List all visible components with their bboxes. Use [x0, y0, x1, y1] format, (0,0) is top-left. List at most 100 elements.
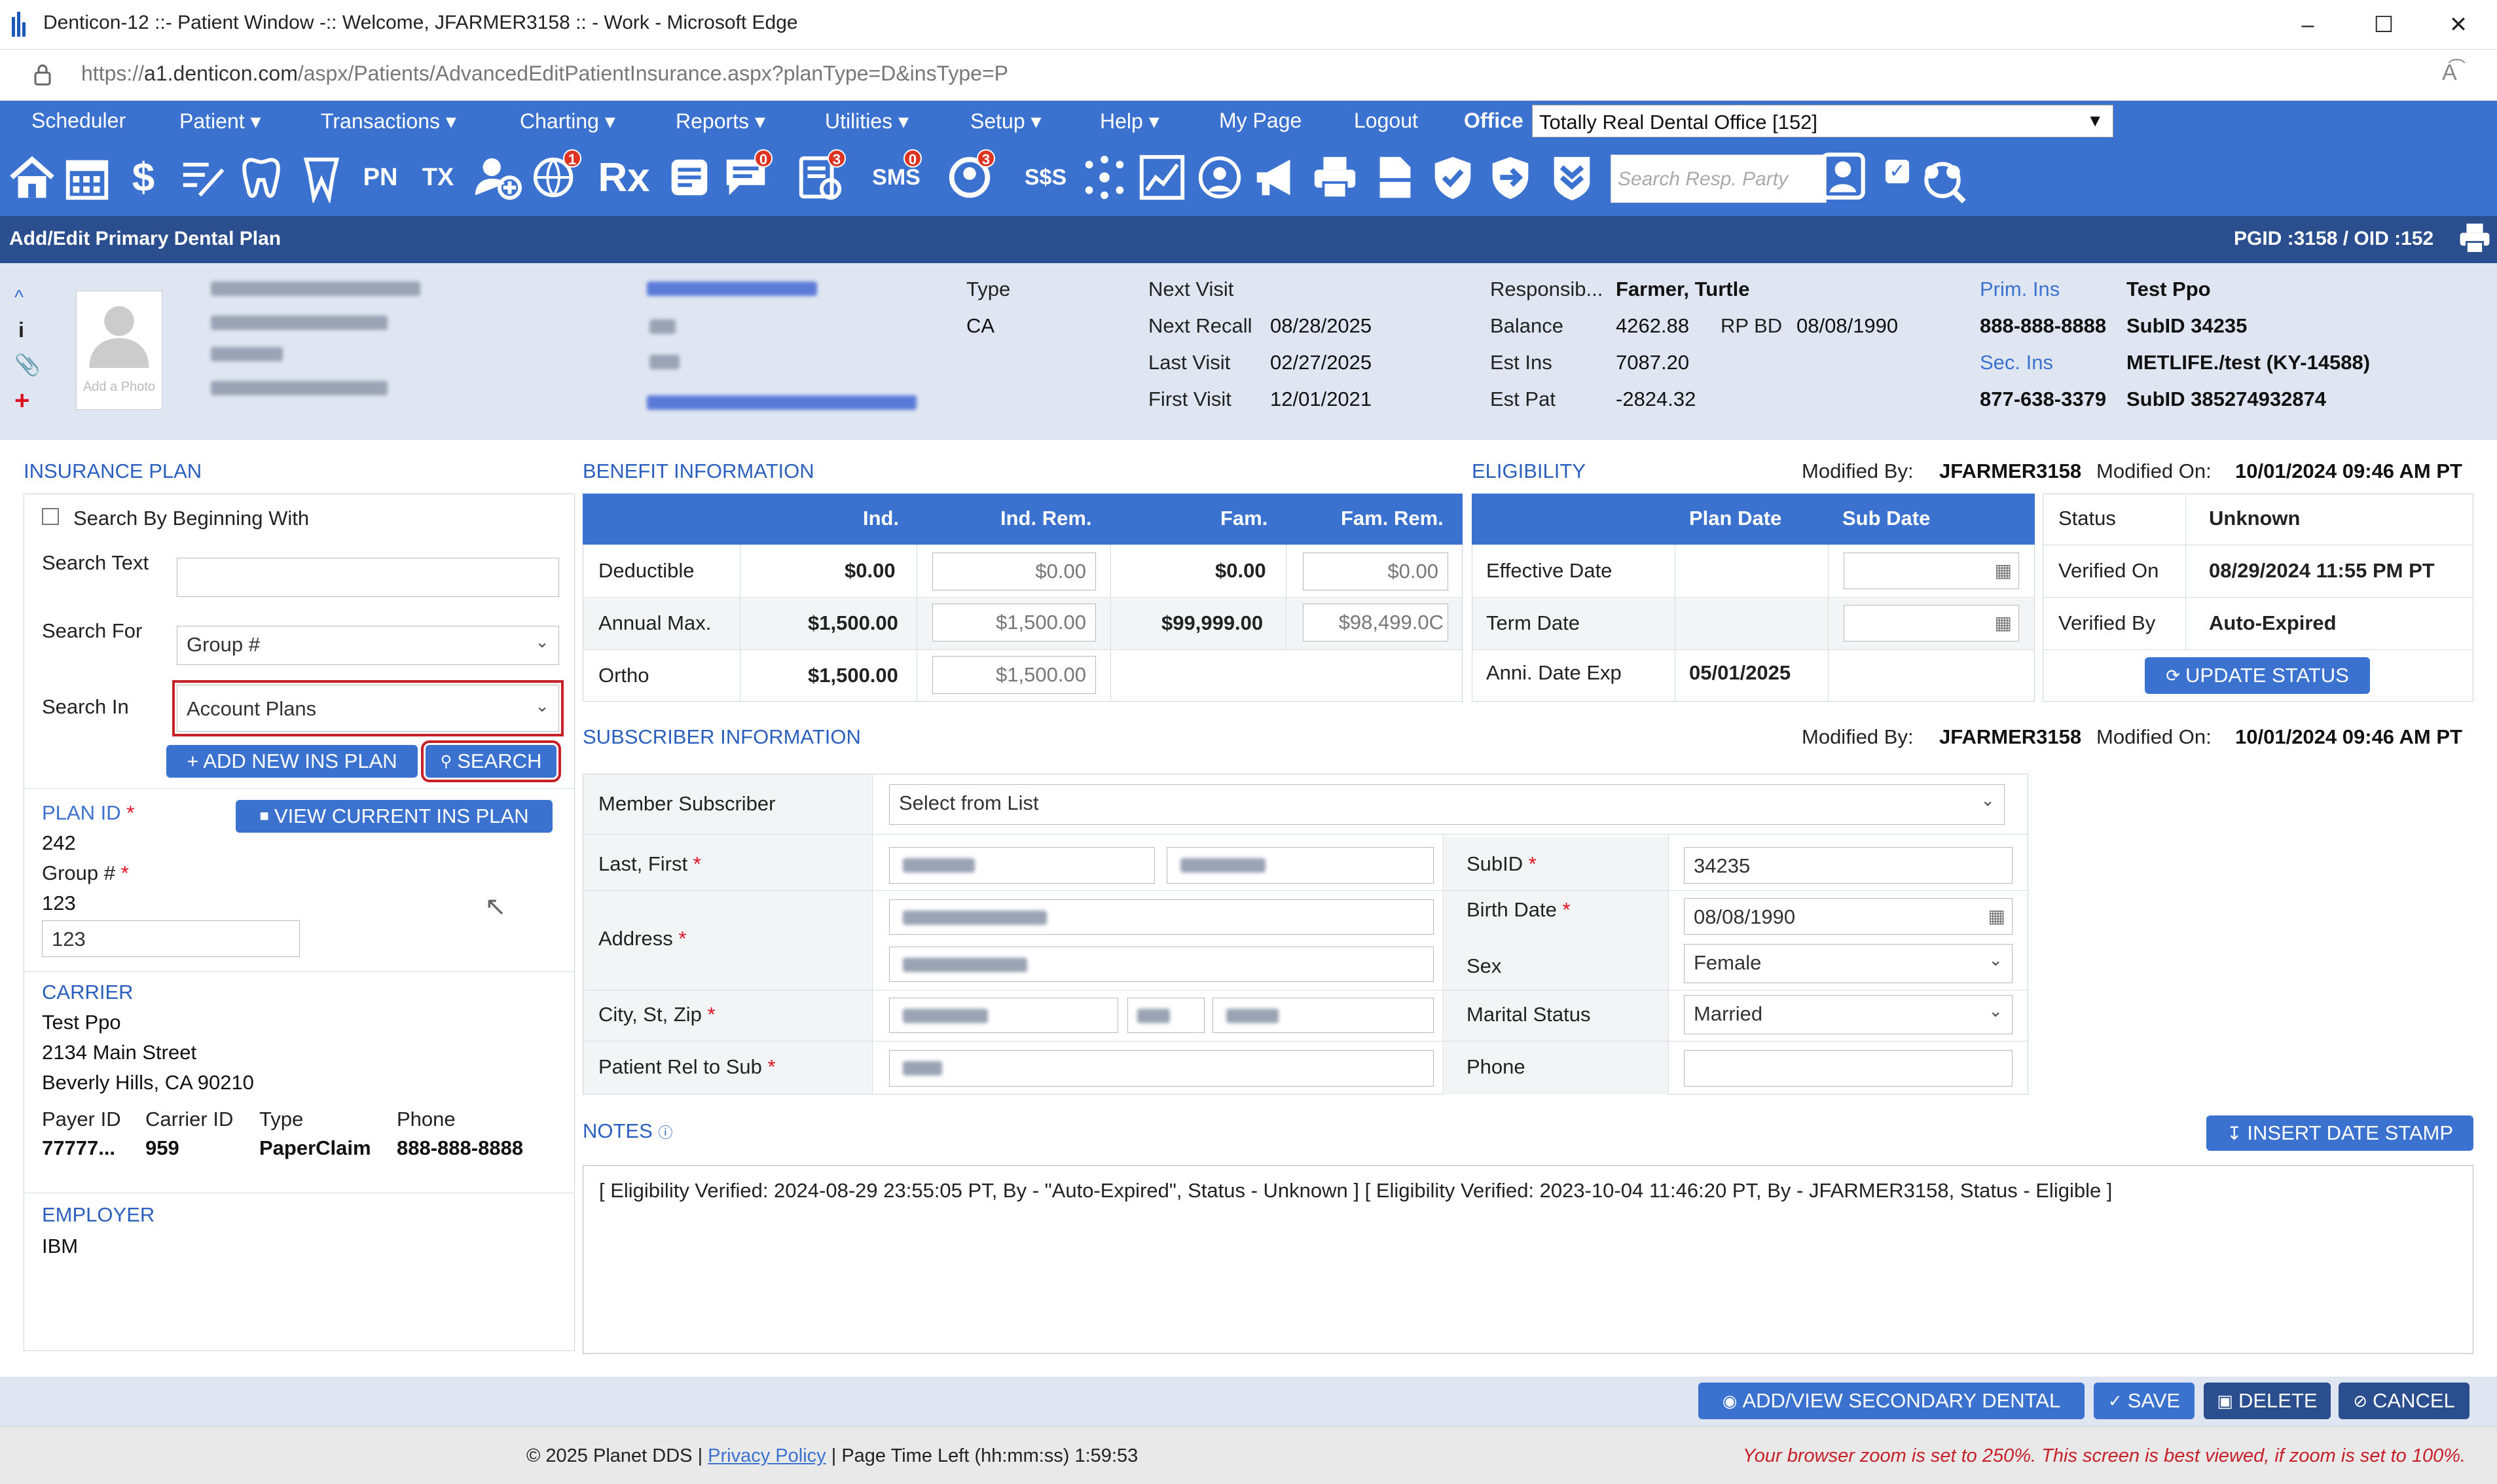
- dollar-icon[interactable]: $: [117, 151, 170, 204]
- calendar-icon[interactable]: [60, 151, 114, 204]
- close-icon[interactable]: ✕: [2435, 7, 2481, 43]
- subid-input[interactable]: 34235: [1684, 847, 2013, 884]
- group-input[interactable]: 123: [42, 920, 300, 957]
- menu-patient[interactable]: Patient ▾: [179, 109, 261, 134]
- notes-textarea[interactable]: [ Eligibility Verified: 2024-08-29 23:55…: [583, 1165, 2473, 1354]
- address-bar[interactable]: https://a1.denticon.com/aspx/Patients/Ad…: [0, 50, 2497, 101]
- menu-setup[interactable]: Setup ▾: [970, 109, 1042, 134]
- add-view-secondary-dental-button[interactable]: ◉ ADD/VIEW SECONDARY DENTAL: [1698, 1383, 2085, 1419]
- checkbox-icon[interactable]: ✓: [1886, 160, 1909, 183]
- term-sub-date-input[interactable]: ▦: [1844, 605, 2019, 642]
- calendar-icon[interactable]: ▦: [1995, 560, 2012, 581]
- menu-transactions[interactable]: Transactions ▾: [321, 109, 456, 134]
- mouse-cursor: ↖: [484, 892, 507, 921]
- clipboard-icon[interactable]: [663, 151, 716, 204]
- read-aloud-icon[interactable]: A͡: [2442, 60, 2457, 86]
- medical-alert-icon[interactable]: +: [14, 386, 29, 416]
- last-name-input[interactable]: [889, 847, 1155, 884]
- insert-date-stamp-button[interactable]: ↧ INSERT DATE STAMP: [2206, 1115, 2473, 1151]
- annual-max-fam-rem-input[interactable]: $98,499.0C: [1303, 604, 1448, 642]
- state-select[interactable]: [1127, 998, 1205, 1033]
- people-search-icon[interactable]: [1916, 153, 1969, 207]
- ortho-ind-rem-input[interactable]: $1,500.00: [932, 656, 1096, 694]
- sms-icon[interactable]: SMS 0: [869, 149, 923, 204]
- search-in-select[interactable]: Account Plans ⌄: [172, 680, 564, 736]
- world-user-icon[interactable]: [1193, 151, 1247, 204]
- birth-date-input[interactable]: 08/08/1990 ▦: [1684, 898, 2013, 935]
- save-button[interactable]: ✓ SAVE: [2094, 1383, 2195, 1419]
- verified-by-label: Verified By: [2058, 611, 2156, 634]
- sec-ins-link[interactable]: Sec. Ins: [1980, 351, 2053, 374]
- tasks-icon[interactable]: 3: [793, 149, 847, 204]
- city-input[interactable]: [889, 998, 1118, 1033]
- resp-party-search-icon[interactable]: [1817, 149, 1871, 203]
- menu-scheduler[interactable]: Scheduler: [31, 109, 126, 133]
- rx-icon[interactable]: Rx: [597, 151, 651, 204]
- collapse-icon[interactable]: ^: [14, 287, 24, 309]
- cancel-button[interactable]: ⊘ CANCEL: [2339, 1383, 2470, 1419]
- patient-photo[interactable]: Add a Photo: [76, 291, 162, 410]
- menu-charting[interactable]: Charting ▾: [520, 109, 615, 134]
- menu-my-page[interactable]: My Page: [1219, 109, 1302, 133]
- search-text-input[interactable]: [177, 558, 559, 597]
- maximize-icon[interactable]: ☐: [2361, 7, 2407, 43]
- patient-rel-select[interactable]: [889, 1050, 1434, 1087]
- address-line-2-input[interactable]: [889, 947, 1434, 982]
- menu-logout[interactable]: Logout: [1354, 109, 1418, 133]
- view-current-ins-plan-button[interactable]: ■ VIEW CURRENT INS PLAN: [236, 800, 553, 833]
- paperclip-icon[interactable]: 📎: [14, 352, 41, 377]
- recall-icon[interactable]: 3: [943, 149, 996, 204]
- pn-icon[interactable]: PN: [354, 151, 407, 204]
- megaphone-icon[interactable]: [1250, 151, 1304, 204]
- zip-input[interactable]: [1212, 998, 1434, 1033]
- first-visit-label: First Visit: [1148, 388, 1231, 410]
- add-new-ins-plan-button[interactable]: + ADD NEW INS PLAN: [166, 745, 418, 778]
- shield-check-icon[interactable]: [1426, 151, 1480, 204]
- printer-icon[interactable]: [1308, 151, 1362, 204]
- office-select[interactable]: Totally Real Dental Office [152] ▼: [1532, 105, 2113, 137]
- add-person-icon[interactable]: [470, 151, 524, 204]
- privacy-policy-link[interactable]: Privacy Policy: [708, 1445, 826, 1466]
- globe-people-icon[interactable]: 1: [529, 149, 583, 204]
- effective-sub-date-input[interactable]: ▦: [1844, 552, 2019, 589]
- search-for-select[interactable]: Group # ⌄: [177, 626, 559, 665]
- minimize-icon[interactable]: –: [2285, 7, 2331, 43]
- tooth-icon[interactable]: [234, 151, 288, 204]
- sub-phone-input[interactable]: [1684, 1050, 2013, 1087]
- calendar-icon[interactable]: ▦: [1988, 905, 2005, 927]
- shield-arrow-icon[interactable]: [1484, 151, 1537, 204]
- chat-icon[interactable]: 0: [720, 149, 774, 204]
- member-subscriber-select[interactable]: Select from List ⌄: [889, 784, 2005, 825]
- prim-ins-phone: 888-888-8888: [1980, 314, 2107, 337]
- home-icon[interactable]: [5, 151, 59, 204]
- url-text[interactable]: https://a1.denticon.com/aspx/Patients/Ad…: [81, 62, 1008, 86]
- edit-notes-icon[interactable]: [175, 151, 229, 204]
- first-name-input[interactable]: [1167, 847, 1434, 884]
- marital-status-select[interactable]: Married ⌄: [1684, 995, 2013, 1034]
- deductible-ind-rem-input[interactable]: $0.00: [932, 552, 1096, 590]
- calendar-icon[interactable]: ▦: [1995, 612, 2012, 634]
- payer-id-value: 77777...: [42, 1136, 116, 1159]
- deductible-fam-rem-input[interactable]: $0.00: [1303, 552, 1448, 590]
- menu-utilities[interactable]: Utilities ▾: [825, 109, 909, 134]
- search-resp-party-input[interactable]: Search Resp. Party: [1611, 154, 1827, 203]
- analytics-icon[interactable]: [1135, 151, 1189, 204]
- print-icon[interactable]: [2456, 220, 2493, 257]
- tx-icon[interactable]: TX: [411, 151, 465, 204]
- address-line-1-input[interactable]: [889, 899, 1434, 935]
- network-icon[interactable]: [1078, 151, 1131, 204]
- sex-select[interactable]: Female ⌄: [1684, 944, 2013, 983]
- info-icon[interactable]: i: [18, 318, 24, 342]
- insurance-shield-icon[interactable]: S$S: [1019, 151, 1072, 204]
- menu-help[interactable]: Help ▾: [1100, 109, 1159, 134]
- tooth-chart-icon[interactable]: [295, 151, 348, 204]
- shield-down-icon[interactable]: [1545, 151, 1599, 204]
- document-scan-icon[interactable]: [1368, 151, 1422, 204]
- prim-ins-link[interactable]: Prim. Ins: [1980, 278, 2060, 301]
- update-status-button[interactable]: ⟳ UPDATE STATUS: [2145, 657, 2370, 694]
- search-beginning-checkbox[interactable]: [42, 508, 59, 525]
- menu-reports[interactable]: Reports ▾: [676, 109, 765, 134]
- annual-max-ind-rem-input[interactable]: $1,500.00: [932, 604, 1096, 642]
- delete-button[interactable]: ▣ DELETE: [2204, 1383, 2331, 1419]
- search-button[interactable]: ⚲ SEARCH: [421, 740, 561, 782]
